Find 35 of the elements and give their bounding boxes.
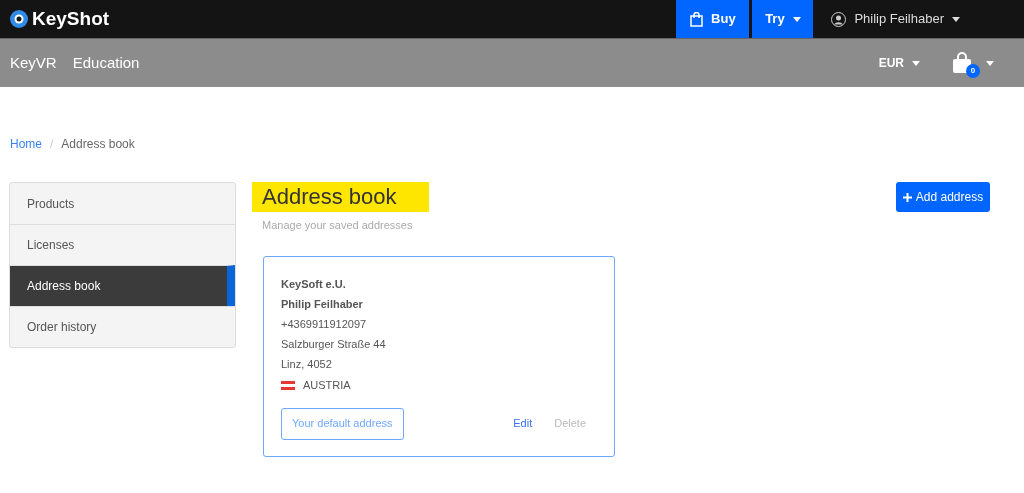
nav-link[interactable]: KeyVR [10, 51, 57, 75]
breadcrumb-current: Address book [61, 136, 135, 153]
logo-icon [10, 10, 28, 28]
caret-icon [912, 60, 920, 66]
plus-icon [902, 192, 912, 202]
buy-button[interactable]: Buy [676, 0, 750, 38]
sidebar-item[interactable]: Address book [10, 265, 235, 306]
card-action-link[interactable]: Edit [513, 415, 533, 432]
currency-dropdown[interactable]: EUR [878, 54, 920, 72]
phone-number: +4369911912097 [281, 316, 368, 332]
nav-link[interactable]: Education [72, 51, 140, 75]
sidebar-item[interactable]: Order history [10, 306, 235, 347]
country-name: AUSTRIA [303, 378, 351, 394]
caret-icon [792, 16, 801, 22]
city-postcode: Linz, 4052 [281, 356, 333, 372]
company-name: KeySoft e.U. [281, 276, 347, 292]
try-button[interactable]: Try [752, 0, 814, 38]
sidebar-item[interactable]: Products [10, 183, 235, 224]
austria-flag-icon [281, 381, 295, 390]
user-menu[interactable]: Philip Feilhaber [815, 0, 976, 38]
add-address-button[interactable]: Add address [896, 182, 990, 212]
default-address-badge: Your default address [281, 407, 404, 440]
caret-icon [952, 16, 960, 22]
street-address: Salzburger Straße 44 [281, 336, 387, 352]
page-title: Address book [252, 182, 429, 212]
breadcrumb-separator: / [50, 136, 54, 153]
page-subtitle: Manage your saved addresses [261, 218, 414, 233]
contact-name: Philip Feilhaber [281, 296, 364, 312]
user-avatar-icon [831, 11, 847, 27]
logo-text[interactable]: KeyShot [32, 4, 110, 34]
caret-icon [986, 60, 994, 66]
cart-count-badge: 0 [966, 64, 980, 78]
shopping-bag-icon [690, 11, 704, 27]
breadcrumb-link[interactable]: Home [10, 135, 42, 153]
cart-icon[interactable] [952, 52, 972, 74]
